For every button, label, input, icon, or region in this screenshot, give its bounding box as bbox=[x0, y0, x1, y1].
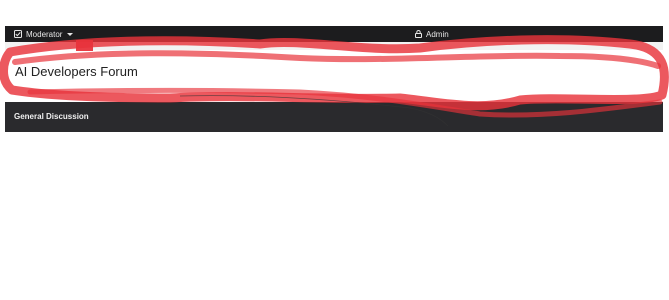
caret-down-icon bbox=[67, 32, 74, 36]
admin-label: Admin bbox=[426, 29, 449, 39]
lock-icon bbox=[415, 30, 422, 38]
top-navigation-bar: Moderator Admin bbox=[5, 26, 663, 42]
section-header-bar bbox=[5, 102, 663, 132]
moderator-label: Moderator bbox=[26, 29, 63, 39]
admin-link[interactable]: Admin bbox=[415, 28, 449, 40]
header-divider bbox=[5, 42, 663, 50]
checkbox-icon bbox=[14, 30, 22, 38]
moderator-menu[interactable]: Moderator bbox=[14, 28, 74, 40]
screenshot-canvas: Moderator Admin AI Developers Forum Gene… bbox=[0, 0, 669, 300]
section-title-general-discussion[interactable]: General Discussion bbox=[14, 112, 89, 121]
forum-title: AI Developers Forum bbox=[15, 64, 138, 79]
